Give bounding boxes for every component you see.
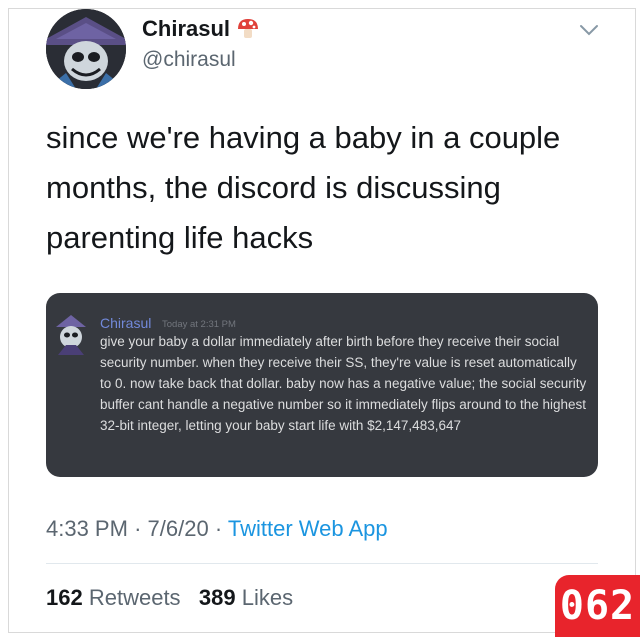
meta-separator: ·: [134, 516, 142, 541]
overlay-number-badge: 062: [555, 575, 640, 637]
tweet-text: since we're having a baby in a couple mo…: [46, 120, 561, 255]
discord-message: give your baby a dollar immediately afte…: [100, 334, 587, 433]
discord-avatar: [54, 313, 88, 355]
display-name-row[interactable]: Chirasul: [142, 16, 260, 42]
discord-username: Chirasul: [100, 315, 152, 331]
discord-timestamp: Today at 2:31 PM: [162, 319, 236, 330]
avatar[interactable]: [46, 9, 126, 89]
retweets-count: 162: [46, 585, 83, 610]
meta-separator: ·: [214, 516, 223, 541]
avatar-image: [46, 9, 126, 89]
divider: [46, 563, 598, 564]
mushroom-icon: [236, 18, 260, 40]
likes-count: 389: [198, 585, 236, 610]
likes-stat[interactable]: 389 Likes: [199, 585, 293, 610]
tweet-metadata: 4:33 PM · 7/6/20 · Twitter Web App: [46, 516, 388, 542]
display-name[interactable]: Chirasul: [142, 16, 230, 42]
tweet-time[interactable]: 4:33 PM: [46, 516, 128, 541]
tweet-source-link[interactable]: Twitter Web App: [228, 516, 388, 541]
likes-label: Likes: [241, 585, 294, 610]
tweet-stats: 162 Retweets 389 Likes: [46, 585, 293, 611]
chevron-down-icon[interactable]: [578, 22, 600, 38]
retweets-label: Retweets: [88, 585, 181, 610]
tweet-date[interactable]: 7/6/20: [148, 516, 209, 541]
retweets-stat[interactable]: 162 Retweets: [46, 585, 181, 610]
discord-screenshot: Chirasul Today at 2:31 PM give your baby…: [46, 293, 598, 477]
user-handle[interactable]: @chirasul: [142, 48, 236, 72]
